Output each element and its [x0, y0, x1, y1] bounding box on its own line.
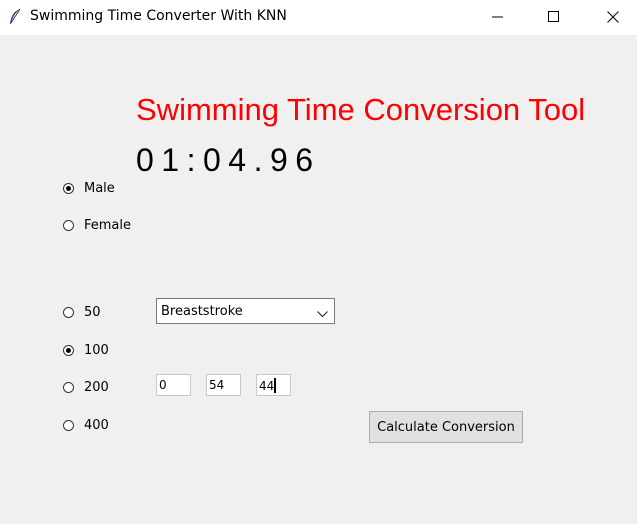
- minutes-input[interactable]: 0: [156, 374, 191, 396]
- distance-label-50: 50: [84, 305, 101, 320]
- gender-radio-male[interactable]: Male: [63, 181, 115, 196]
- minimize-icon: [492, 8, 504, 27]
- text-cursor: [274, 378, 277, 393]
- converted-time-display: 01:04.96: [136, 142, 321, 178]
- maximize-icon: [548, 8, 560, 27]
- maximize-button[interactable]: [531, 0, 577, 35]
- stroke-select[interactable]: Breaststroke: [156, 298, 335, 324]
- close-icon: [607, 8, 619, 27]
- calculate-button-label: Calculate Conversion: [377, 419, 515, 435]
- distance-radio-200[interactable]: 200: [63, 380, 109, 395]
- feather-icon: [8, 8, 22, 26]
- distance-radio-400[interactable]: 400: [63, 418, 109, 433]
- hundredths-input[interactable]: 44: [256, 374, 291, 396]
- gender-label-female: Female: [84, 218, 132, 233]
- minutes-input-value: 0: [159, 378, 167, 392]
- distance-radio-100[interactable]: 100: [63, 343, 109, 358]
- seconds-input-value: 54: [209, 378, 225, 392]
- title-bar[interactable]: Swimming Time Converter With KNN: [0, 0, 637, 35]
- window-title: Swimming Time Converter With KNN: [30, 8, 287, 24]
- radio-indicator[interactable]: [63, 220, 74, 231]
- gender-label-male: Male: [84, 181, 115, 196]
- page-title: Swimming Time Conversion Tool: [136, 92, 586, 127]
- distance-label-400: 400: [84, 418, 109, 433]
- calculate-conversion-button[interactable]: Calculate Conversion: [369, 411, 523, 443]
- radio-indicator[interactable]: [63, 345, 74, 356]
- close-button[interactable]: [590, 0, 636, 35]
- radio-indicator[interactable]: [63, 307, 74, 318]
- distance-radio-50[interactable]: 50: [63, 305, 101, 320]
- hundredths-input-value: 44: [259, 379, 275, 393]
- minimize-button[interactable]: [475, 0, 521, 35]
- chevron-down-icon[interactable]: [317, 307, 328, 322]
- app-window: Swimming Time Converter With KNN Swimmin…: [0, 0, 637, 524]
- distance-label-200: 200: [84, 380, 109, 395]
- radio-indicator[interactable]: [63, 183, 74, 194]
- seconds-input[interactable]: 54: [206, 374, 241, 396]
- distance-label-100: 100: [84, 343, 109, 358]
- gender-radio-female[interactable]: Female: [63, 218, 131, 233]
- stroke-select-value: Breaststroke: [161, 304, 243, 319]
- radio-indicator[interactable]: [63, 420, 74, 431]
- radio-indicator[interactable]: [63, 382, 74, 393]
